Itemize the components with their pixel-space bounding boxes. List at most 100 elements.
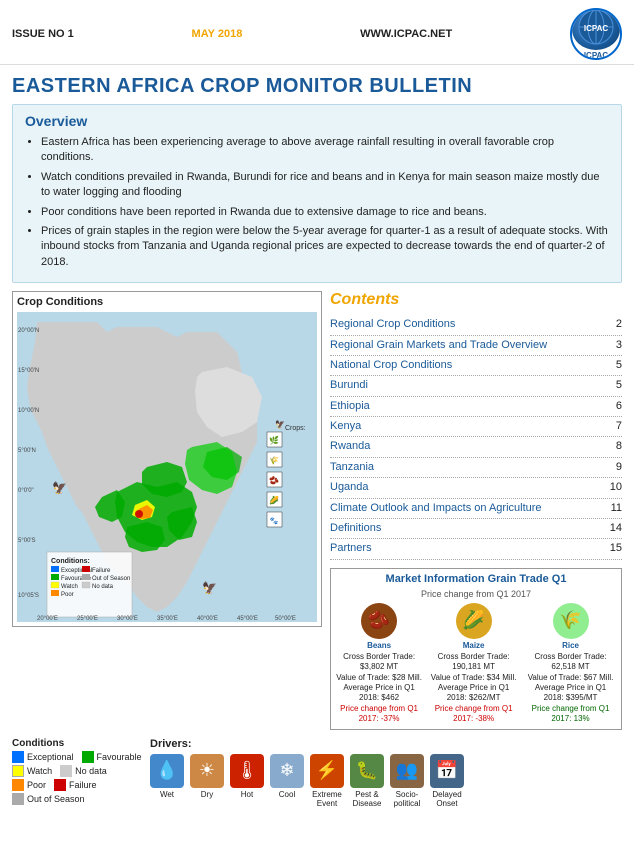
contents-page-num-3: 5 <box>616 378 622 393</box>
contents-item-2: National Crop Conditions 5 <box>330 356 622 376</box>
issue-number: ISSUE NO 1 <box>12 28 74 40</box>
legend-items: Exceptional Favourable Watch No data Poor Fai… <box>12 751 142 805</box>
contents-item-label-11: Partners <box>330 541 372 556</box>
contents-page-num-2: 5 <box>616 358 622 373</box>
publication-date: MAY 2018 <box>192 28 243 40</box>
page-header: ISSUE NO 1 MAY 2018 WWW.ICPAC.NET ICPAC … <box>0 0 634 65</box>
contents-item-3: Burundi5 <box>330 376 622 396</box>
contents-item-label-4: Ethiopia <box>330 399 370 414</box>
svg-text:Conditions:: Conditions: <box>51 558 90 565</box>
svg-text:25°00'E: 25°00'E <box>77 616 98 622</box>
crop-conditions-box: Crop Conditions <box>12 291 322 627</box>
contents-page-num-5: 7 <box>616 419 622 434</box>
commodity-icon-maize: 🌽 <box>456 603 492 639</box>
svg-text:ICPAC: ICPAC <box>584 24 609 33</box>
svg-text:🌽: 🌽 <box>269 495 279 505</box>
svg-text:Failure: Failure <box>92 568 111 574</box>
legend-label-4: Poor <box>27 780 46 790</box>
commodity-label-rice: Rice <box>562 641 579 650</box>
legend-color-5 <box>54 779 66 791</box>
market-commodities: 🫘BeansCross Border Trade: $3,802 MTValue… <box>335 603 617 725</box>
svg-text:50°00'E: 50°00'E <box>275 616 296 622</box>
contents-item-label-9: Climate Outlook and Impacts on Agricultu… <box>330 501 542 516</box>
commodity-beans: 🫘BeansCross Border Trade: $3,802 MTValue… <box>335 603 423 725</box>
driver-icon-wet: 💧 <box>150 754 184 788</box>
legend-item-1: Favourable <box>82 751 142 763</box>
legend-item-5: Failure <box>54 779 97 791</box>
overview-bullet-1: Eastern Africa has been experiencing ave… <box>41 135 609 166</box>
svg-text:No data: No data <box>92 584 114 590</box>
overview-section: Overview Eastern Africa has been experie… <box>12 104 622 283</box>
contents-page-num-1: 3 <box>616 338 622 353</box>
legend-color-2 <box>12 765 24 777</box>
legend-color-6 <box>12 793 24 805</box>
legend-label-2: Watch <box>27 766 52 776</box>
drivers-title: Drivers: <box>150 738 622 750</box>
legend-item-0: Exceptional <box>12 751 74 763</box>
contents-item-label-7: Tanzania <box>330 460 374 475</box>
website-url: WWW.ICPAC.NET <box>360 28 452 40</box>
legend-label-0: Exceptional <box>27 752 74 762</box>
svg-text:🦅: 🦅 <box>202 580 217 595</box>
logo-label: ICPAC <box>584 51 608 60</box>
legend-label-5: Failure <box>69 780 97 790</box>
contents-item-label-5: Kenya <box>330 419 361 434</box>
contents-page-num-7: 9 <box>616 460 622 475</box>
svg-text:🦅: 🦅 <box>52 480 67 495</box>
contents-item-label-6: Rwanda <box>330 439 370 454</box>
driver-item-cool: ❄Cool <box>270 754 304 808</box>
driver-item-wet: 💧Wet <box>150 754 184 808</box>
contents-item-1: Regional Grain Markets and Trade Overvie… <box>330 336 622 356</box>
extreme-driver-label-1: Pest & Disease <box>353 790 382 808</box>
contents-page-num-11: 15 <box>610 541 622 556</box>
commodity-data-maize: Cross Border Trade: 190,181 MTValue of T… <box>427 652 520 725</box>
commodity-icon-rice: 🌾 <box>553 603 589 639</box>
driver-icon-cool: ❄ <box>270 754 304 788</box>
page-title: EASTERN AFRICA CROP MONITOR BULLETIN <box>0 65 634 104</box>
commodity-maize: 🌽MaizeCross Border Trade: 190,181 MTValu… <box>427 603 520 725</box>
svg-text:10°05'S: 10°05'S <box>18 593 39 599</box>
contents-item-label-2: National Crop Conditions <box>330 358 452 373</box>
legend-color-0 <box>12 751 24 763</box>
legend-color-3 <box>60 765 72 777</box>
commodity-rice: 🌾RiceCross Border Trade: 62,518 MTValue … <box>524 603 617 725</box>
svg-text:Out of Season: Out of Season <box>92 576 130 582</box>
svg-text:🦅: 🦅 <box>275 419 285 429</box>
extreme-driver-item-1: 🐛Pest & Disease <box>350 754 384 808</box>
extreme-driver-item-2: 👥Socio- political <box>390 754 424 808</box>
svg-text:🌾: 🌾 <box>269 456 279 465</box>
commodity-data-beans: Cross Border Trade: $3,802 MTValue of Tr… <box>335 652 423 725</box>
drivers-box: Drivers: 💧Wet☀Dry🌡Hot❄Cool⚡Extreme Event… <box>150 738 622 810</box>
contents-item-11: Partners 15 <box>330 539 622 559</box>
conditions-legend-box: Conditions Exceptional Favourable Watch No … <box>12 738 142 810</box>
commodity-label-beans: Beans <box>367 641 391 650</box>
driver-icon-hot: 🌡 <box>230 754 264 788</box>
legend-title: Conditions <box>12 738 142 749</box>
contents-title: Contents <box>330 291 622 309</box>
contents-item-6: Rwanda8 <box>330 437 622 457</box>
extreme-items-row: 💧Wet☀Dry🌡Hot❄Cool⚡Extreme Event🐛Pest & D… <box>150 754 622 808</box>
driver-label-dry: Dry <box>201 790 213 799</box>
svg-text:20°00'E: 20°00'E <box>37 616 58 622</box>
svg-text:0°0'0": 0°0'0" <box>18 488 34 494</box>
svg-text:Crops:: Crops: <box>285 425 306 432</box>
contents-item-4: Ethiopia6 <box>330 397 622 417</box>
right-column: Contents Regional Crop Conditions2 Region… <box>330 291 622 729</box>
svg-text:15°00'N: 15°00'N <box>18 368 39 374</box>
contents-item-label-1: Regional Grain Markets and Trade Overvie… <box>330 338 547 353</box>
overview-bullet-4: Prices of grain staples in the region we… <box>41 224 609 270</box>
contents-item-label-8: Uganda <box>330 480 369 495</box>
crop-conditions-title: Crop Conditions <box>17 296 317 308</box>
two-col-layout: Crop Conditions <box>0 291 634 729</box>
extreme-driver-icon-0: ⚡ <box>310 754 344 788</box>
svg-text:Watch: Watch <box>61 584 78 590</box>
contents-item-0: Regional Crop Conditions2 <box>330 315 622 335</box>
contents-item-10: Definitions14 <box>330 519 622 539</box>
contents-item-8: Uganda10 <box>330 478 622 498</box>
legend-item-2: Watch <box>12 765 52 777</box>
extreme-driver-icon-3: 📅 <box>430 754 464 788</box>
legend-item-3: No data <box>60 765 107 777</box>
left-column: Crop Conditions <box>12 291 322 729</box>
contents-page-num-9: 11 <box>611 501 622 516</box>
svg-text:45°00'E: 45°00'E <box>237 616 258 622</box>
